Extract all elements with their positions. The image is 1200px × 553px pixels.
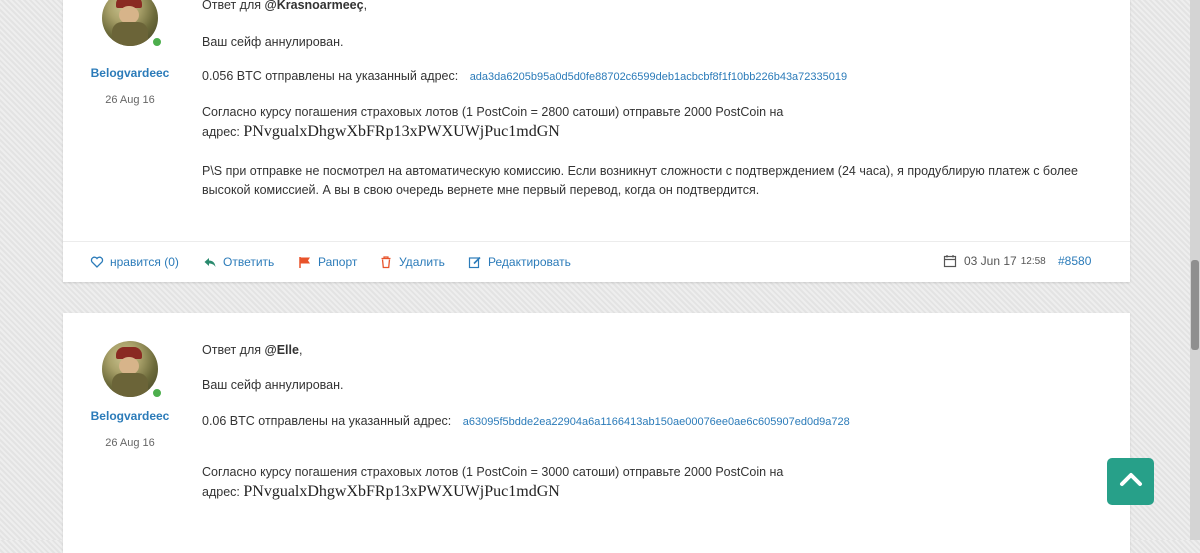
report-button[interactable]: Рапорт	[298, 255, 357, 269]
mention-suffix: ,	[298, 343, 303, 357]
sent-line: 0.06 BTC отправлены на указанный адрес: …	[202, 414, 850, 428]
report-label: Рапорт	[318, 255, 358, 269]
ps-paragraph: P\S при отправке не посмотрел на автомат…	[202, 164, 1078, 197]
sent-text: 0.06 BTC отправлены на указанный адрес:	[202, 414, 452, 428]
postcoin-address-line: адрес: PNvgualxDhgwXbFRp13xPWXUWjPuc1mdG…	[202, 483, 560, 501]
edit-icon	[468, 255, 482, 269]
delete-button[interactable]: Удалить	[379, 255, 445, 269]
delete-label: Удалить	[399, 255, 445, 269]
page-scrollbar[interactable]	[1190, 0, 1200, 540]
forum-post: Belogvardeec 26 Aug 16 Ответ для @Elle, …	[63, 313, 1130, 553]
author-username[interactable]: Belogvardeec	[63, 66, 197, 80]
rate-line: Согласно курсу погашения страховых лотов…	[202, 465, 784, 479]
post-permalink[interactable]: #8580	[1058, 254, 1091, 268]
trash-icon	[379, 255, 393, 269]
back-to-top-button[interactable]	[1107, 458, 1154, 505]
post-time: 12:58	[1020, 255, 1046, 267]
post-date: 03 Jun 17	[964, 254, 1017, 268]
rate-line: Согласно курсу погашения страховых лотов…	[202, 105, 784, 119]
btc-address-link[interactable]: a63095f5bdde2ea22904a6a1166413ab150ae000…	[463, 416, 850, 428]
avatar[interactable]	[102, 341, 158, 397]
sent-line: 0.056 BTC отправлены на указанный адрес:…	[202, 69, 847, 83]
postcoin-address: PNvgualxDhgwXbFRp13xPWXUWjPuc1mdGN	[243, 483, 560, 500]
edit-button[interactable]: Редактировать	[468, 255, 571, 269]
edit-label: Редактировать	[488, 255, 571, 269]
reply-label: Ответить	[223, 255, 275, 269]
avatar[interactable]	[102, 0, 158, 46]
reply-header: Ответ для @Elle,	[202, 343, 302, 357]
post-footer: нравится (0) Ответить Рапорт Удалить Ред…	[63, 241, 1130, 282]
author-username[interactable]: Belogvardeec	[63, 409, 197, 423]
reply-button[interactable]: Ответить	[203, 255, 274, 269]
reply-header: Ответ для @Krasnoarmeeç,	[202, 0, 367, 12]
chevron-up-icon	[1119, 471, 1143, 492]
like-button[interactable]: нравится (0)	[90, 255, 179, 269]
flag-icon	[298, 255, 312, 269]
address-label: адрес:	[202, 125, 240, 139]
author-join-date: 26 Aug 16	[105, 94, 155, 106]
post-timestamp: 03 Jun 17 12:58	[943, 254, 1046, 268]
message-line: Ваш сейф аннулирован.	[202, 378, 344, 392]
reply-prefix: Ответ для	[202, 343, 262, 357]
like-label: нравится (0)	[110, 255, 179, 269]
online-status-dot	[151, 36, 163, 48]
user-mention[interactable]: @Elle	[265, 343, 299, 357]
sent-text: 0.056 BTC отправлены на указанный адрес:	[202, 69, 459, 83]
author-join-date: 26 Aug 16	[105, 437, 155, 449]
postcoin-address: PNvgualxDhgwXbFRp13xPWXUWjPuc1mdGN	[243, 123, 560, 140]
calendar-icon	[943, 254, 957, 268]
heart-icon	[90, 255, 104, 269]
btc-address-link[interactable]: ada3da6205b95a0d5d0fe88702c6599deb1acbcb…	[470, 71, 847, 83]
address-label: адрес:	[202, 485, 240, 499]
forum-post: Belogvardeec 26 Aug 16 Ответ для @Krasno…	[63, 0, 1130, 282]
user-mention[interactable]: @Krasnoarmeeç	[265, 0, 364, 12]
reply-arrow-icon	[203, 255, 217, 269]
scrollbar-thumb[interactable]	[1191, 260, 1199, 350]
mention-suffix: ,	[363, 0, 368, 12]
online-status-dot	[151, 387, 163, 399]
postcoin-address-line: адрес: PNvgualxDhgwXbFRp13xPWXUWjPuc1mdG…	[202, 123, 560, 141]
reply-prefix: Ответ для	[202, 0, 262, 12]
message-line: Ваш сейф аннулирован.	[202, 35, 344, 49]
